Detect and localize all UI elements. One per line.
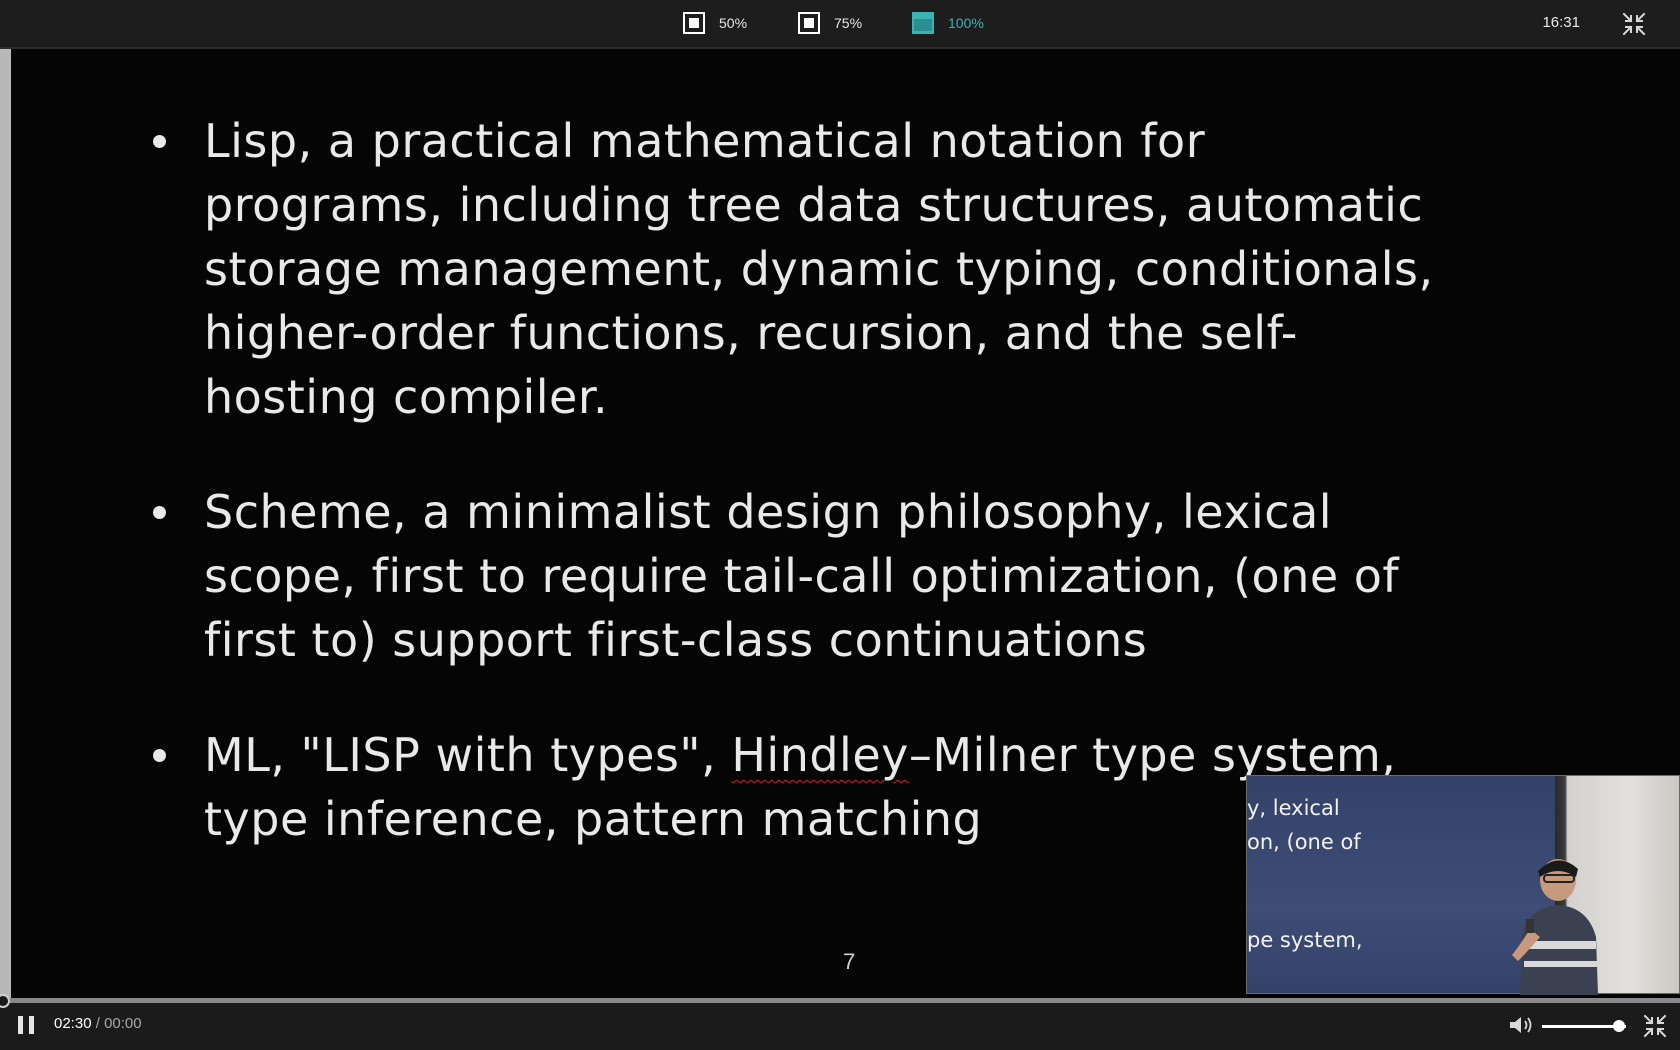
speaker-icon[interactable]	[1508, 1014, 1534, 1036]
time-display: 02:30 / 00:00	[54, 1015, 142, 1032]
pause-icon[interactable]	[29, 1016, 34, 1034]
pip-slide-text: pe system,	[1247, 928, 1363, 952]
pause-button[interactable]	[18, 1016, 38, 1036]
bullet-text: ML, "LISP with types",	[204, 728, 732, 782]
pip-slide-text: on, (one of	[1247, 830, 1361, 854]
zoom-50-label[interactable]: 50%	[719, 15, 747, 31]
zoom-50-option[interactable]: 50%	[683, 10, 747, 36]
bullet-line: Lisp, a practical mathematical notation …	[204, 114, 1206, 168]
bullet-line: first to) support first-class continuati…	[204, 613, 1148, 667]
top-toolbar: 50% 75% 100% 16:31	[0, 0, 1680, 49]
speaker-figure	[1512, 859, 1598, 995]
bullet-dot	[153, 135, 166, 148]
duration: 00:00	[104, 1015, 142, 1032]
screen-edge	[0, 49, 11, 998]
bullet-dot	[153, 506, 166, 519]
bullet-line: hosting compiler.	[204, 370, 609, 424]
bullet-line: storage management, dynamic typing, cond…	[204, 242, 1434, 296]
square-icon[interactable]	[683, 12, 705, 34]
zoom-75-label[interactable]: 75%	[834, 15, 862, 31]
progress-bar[interactable]	[0, 994, 1680, 1008]
zoom-100-label[interactable]: 100%	[948, 15, 984, 31]
pip-slide-text: y, lexical	[1247, 796, 1340, 820]
bullet-line: scope, first to require tail-call optimi…	[204, 549, 1400, 603]
bullet-list: Lisp, a practical mathematical notation …	[141, 109, 1571, 851]
spellcheck-word: Hindley	[731, 728, 909, 782]
bullet-text: –Milner type system,	[908, 728, 1397, 782]
bullet-line: higher-order functions, recursion, and t…	[204, 306, 1298, 360]
time-separator: /	[91, 1015, 105, 1032]
slide-page-number: 7	[843, 949, 856, 974]
bullet-scheme: Scheme, a minimalist design philosophy, …	[141, 480, 1571, 672]
clock: 16:31	[1542, 14, 1580, 31]
bullet-line: programs, including tree data structures…	[204, 178, 1424, 232]
current-time: 02:30	[54, 1015, 92, 1032]
pause-icon[interactable]	[18, 1016, 23, 1034]
bullet-dot	[153, 749, 166, 762]
square-icon[interactable]	[798, 12, 820, 34]
progress-handle[interactable]	[0, 994, 10, 1008]
speaker-camera-pip[interactable]: y, lexical on, (one of pe system,	[1246, 775, 1680, 994]
compress-icon[interactable]	[1622, 12, 1646, 36]
volume-handle[interactable]	[1613, 1020, 1626, 1032]
zoom-100-option[interactable]: 100%	[912, 10, 984, 36]
bullet-lisp: Lisp, a practical mathematical notation …	[141, 109, 1571, 429]
player-controls: 02:30 / 00:00	[0, 994, 1680, 1050]
compress-icon[interactable]	[1643, 1014, 1667, 1038]
zoom-75-option[interactable]: 75%	[798, 10, 862, 36]
bullet-line: Scheme, a minimalist design philosophy, …	[204, 485, 1333, 539]
square-icon[interactable]	[912, 12, 934, 34]
